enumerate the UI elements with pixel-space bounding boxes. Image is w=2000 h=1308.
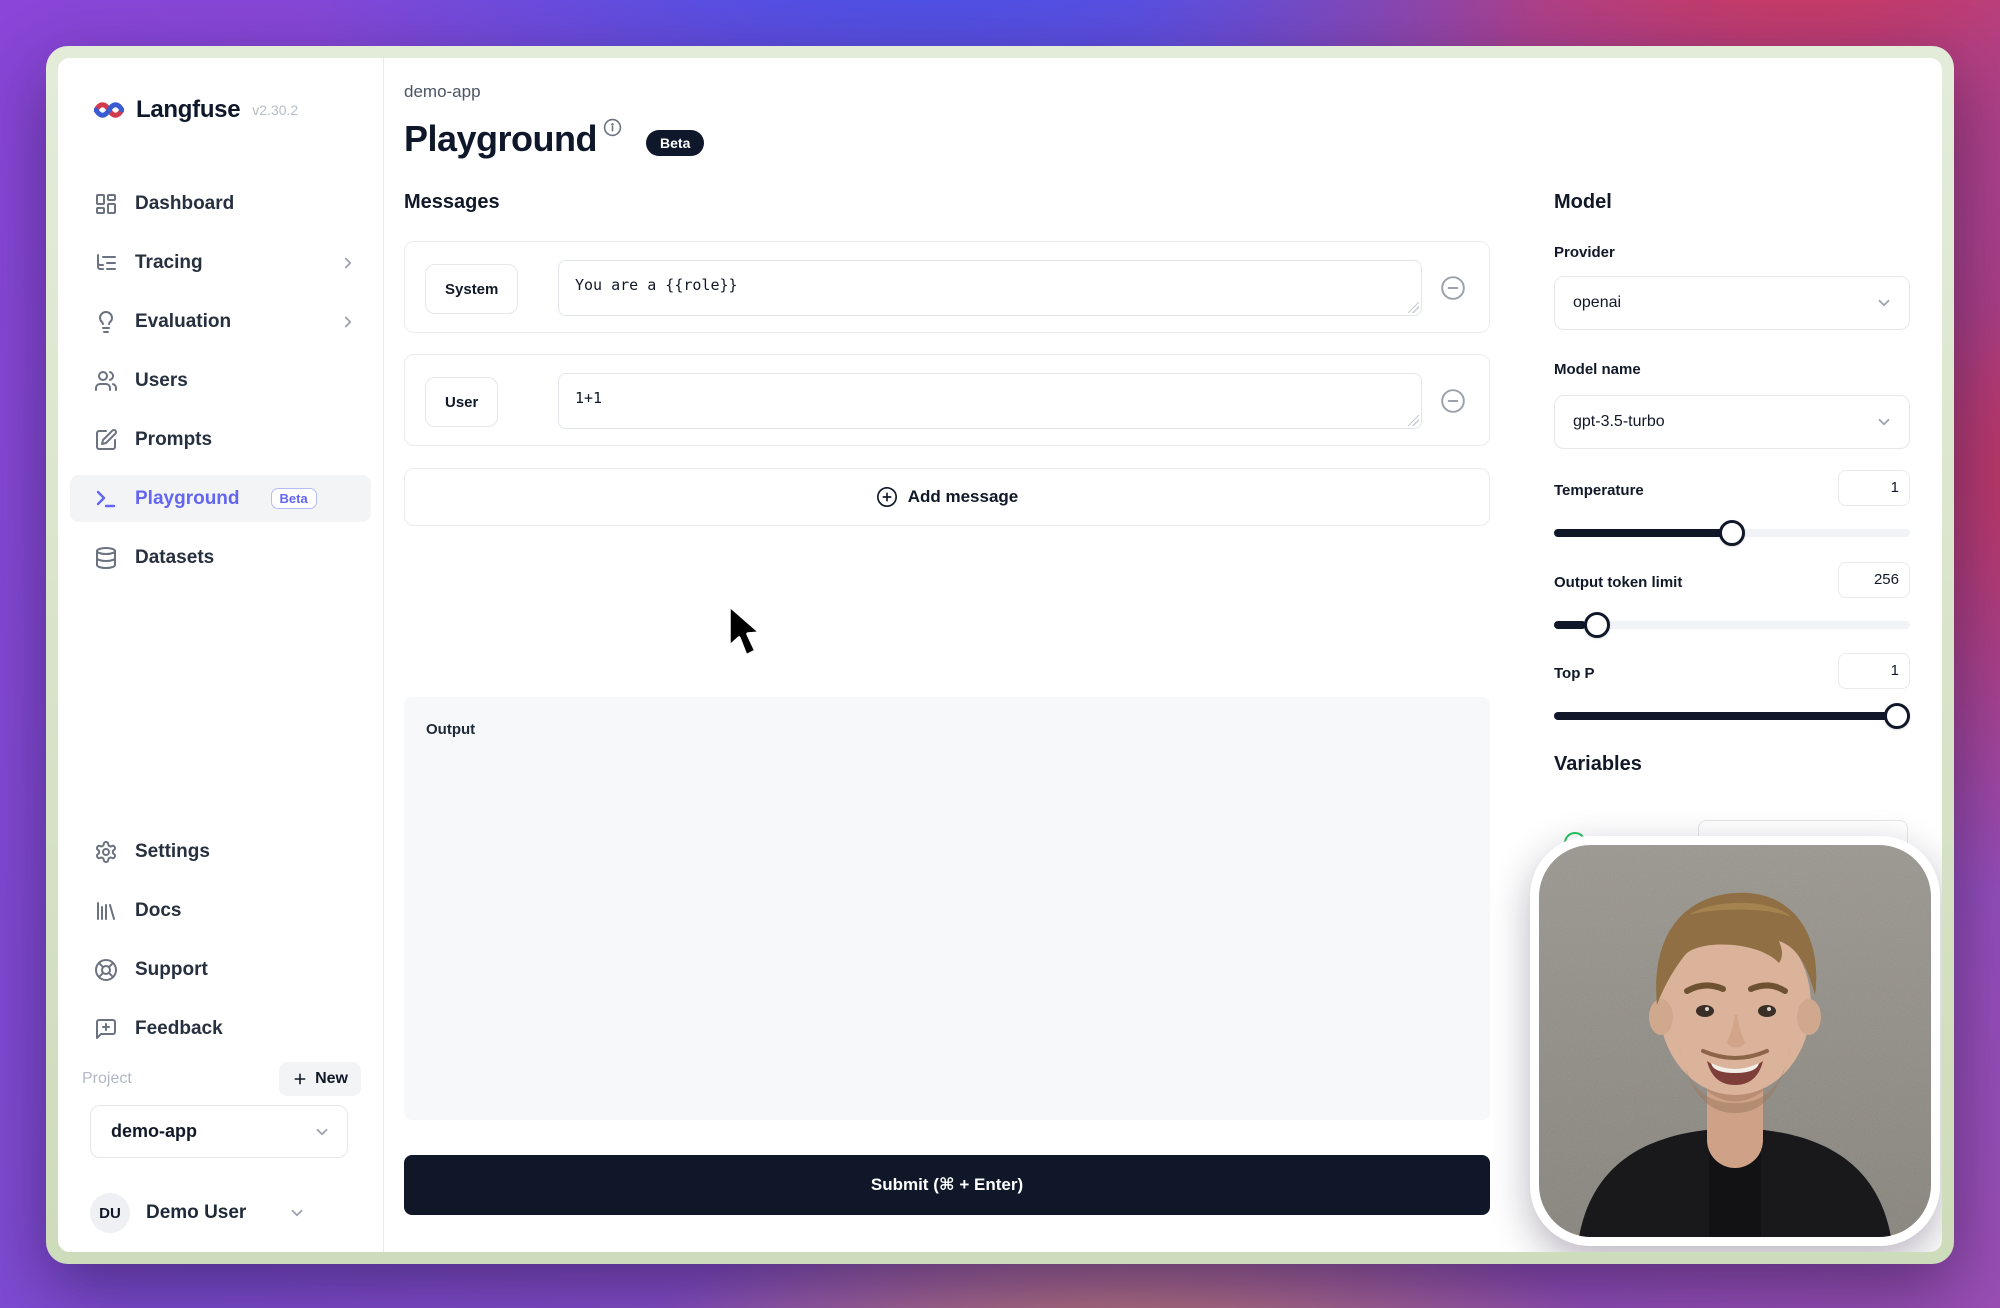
top-p-value[interactable]: 1 [1838, 653, 1910, 689]
lifebuoy-icon [94, 958, 118, 982]
chevron-down-icon [1875, 294, 1893, 312]
submit-button[interactable]: Submit (⌘ + Enter) [404, 1155, 1490, 1215]
sidebar-item-tracing[interactable]: Tracing [70, 239, 371, 286]
output-token-limit-value[interactable]: 256 [1838, 562, 1910, 598]
avatar: DU [90, 1193, 130, 1233]
chevron-down-icon [313, 1123, 331, 1141]
title-row: Playground Beta [404, 116, 704, 163]
model-name-label: Model name [1554, 361, 1641, 378]
message-row-system: System You are a {{role}} [404, 241, 1490, 333]
remove-message-icon[interactable] [1440, 388, 1466, 414]
sidebar-item-docs[interactable]: Docs [70, 887, 371, 934]
info-icon[interactable] [603, 118, 622, 137]
brand-name: Langfuse [136, 96, 240, 124]
evaluation-icon [94, 310, 118, 334]
chevron-right-icon [339, 254, 357, 272]
remove-message-icon[interactable] [1440, 275, 1466, 301]
sidebar-nav: Dashboard Tracing [70, 180, 371, 593]
breadcrumb[interactable]: demo-app [404, 82, 481, 102]
model-panel-title: Model [1554, 191, 1612, 214]
temperature-slider[interactable] [1554, 520, 1910, 546]
message-plus-icon [94, 1017, 118, 1041]
slider-thumb[interactable] [1884, 703, 1910, 729]
sidebar-item-prompts[interactable]: Prompts [70, 416, 371, 463]
dashboard-icon [94, 192, 118, 216]
project-row: Project New [82, 1061, 361, 1097]
user-menu[interactable]: DU Demo User [90, 1191, 306, 1235]
top-p-label: Top P [1554, 665, 1595, 682]
video-background: Langfuse v2.30.2 Dashboard Traci [0, 0, 2000, 1308]
playground-terminal-icon [94, 487, 118, 511]
messages-heading: Messages [404, 191, 500, 214]
webcam-overlay [1530, 836, 1940, 1246]
plus-icon [292, 1071, 308, 1087]
page-title: Playground [404, 116, 597, 163]
top-p-slider[interactable] [1554, 703, 1910, 729]
datasets-icon [94, 546, 118, 570]
project-select-value: demo-app [111, 1121, 197, 1142]
langfuse-logo-icon [94, 98, 124, 122]
gear-icon [94, 840, 118, 864]
tracing-icon [94, 251, 118, 275]
user-name: Demo User [146, 1202, 246, 1224]
output-panel: Output [404, 697, 1490, 1120]
sidebar-item-playground[interactable]: Playground Beta [70, 475, 371, 522]
beta-badge: Beta [646, 130, 704, 156]
library-icon [94, 899, 118, 923]
chevron-right-icon [339, 313, 357, 331]
sidebar-item-settings[interactable]: Settings [70, 828, 371, 875]
sidebar-item-users[interactable]: Users [70, 357, 371, 404]
webcam-video [1539, 845, 1931, 1237]
sidebar: Langfuse v2.30.2 Dashboard Traci [58, 58, 384, 1252]
provider-select[interactable]: openai [1554, 276, 1910, 330]
langfuse-app: Langfuse v2.30.2 Dashboard Traci [58, 58, 1942, 1252]
role-button-system[interactable]: System [425, 264, 518, 314]
playground-beta-badge: Beta [271, 488, 317, 509]
app-window-frame: Langfuse v2.30.2 Dashboard Traci [46, 46, 1954, 1264]
chevron-down-icon [1875, 413, 1893, 431]
users-icon [94, 369, 118, 393]
sidebar-item-feedback[interactable]: Feedback [70, 1005, 371, 1052]
project-label: Project [82, 1070, 132, 1088]
model-name-select[interactable]: gpt-3.5-turbo [1554, 395, 1910, 449]
output-token-limit-label: Output token limit [1554, 574, 1682, 591]
temperature-label: Temperature [1554, 482, 1644, 499]
system-message-input[interactable]: You are a {{role}} [558, 260, 1422, 316]
app-version: v2.30.2 [252, 102, 298, 118]
prompts-icon [94, 428, 118, 452]
new-project-button[interactable]: New [279, 1062, 361, 1096]
variables-heading: Variables [1554, 753, 1642, 776]
sidebar-item-evaluation[interactable]: Evaluation [70, 298, 371, 345]
slider-thumb[interactable] [1719, 520, 1745, 546]
project-select[interactable]: demo-app [90, 1105, 348, 1158]
chevron-down-icon [288, 1204, 306, 1222]
sidebar-item-support[interactable]: Support [70, 946, 371, 993]
brand-row: Langfuse v2.30.2 [94, 96, 298, 124]
add-message-button[interactable]: Add message [404, 468, 1490, 526]
message-row-user: User 1+1 [404, 354, 1490, 446]
slider-thumb[interactable] [1584, 612, 1610, 638]
output-token-limit-slider[interactable] [1554, 612, 1910, 638]
user-message-input[interactable]: 1+1 [558, 373, 1422, 429]
main-content: demo-app Playground Beta Messages System… [404, 58, 1490, 1252]
role-button-user[interactable]: User [425, 377, 498, 427]
temperature-value[interactable]: 1 [1838, 470, 1910, 506]
plus-circle-icon [876, 486, 898, 508]
sidebar-footer-nav: Settings Docs Support [70, 828, 371, 1064]
sidebar-item-datasets[interactable]: Datasets [70, 534, 371, 581]
output-label: Output [426, 721, 475, 738]
provider-label: Provider [1554, 244, 1615, 261]
sidebar-item-dashboard[interactable]: Dashboard [70, 180, 371, 227]
